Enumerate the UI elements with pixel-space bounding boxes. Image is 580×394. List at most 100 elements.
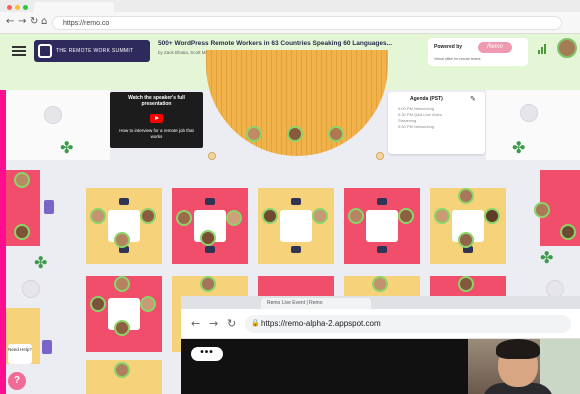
wall-area <box>486 90 580 160</box>
plant-decoration-icon: ✤ <box>34 253 48 272</box>
browser-tab[interactable] <box>34 2 114 12</box>
powered-by-card[interactable]: Powered by Remo Virtual office for remot… <box>428 38 528 66</box>
lamp-icon <box>22 280 40 298</box>
powered-tagline: Virtual office for remote teams <box>434 57 481 61</box>
stage-attendee-avatar[interactable] <box>246 126 262 142</box>
seat <box>205 246 215 253</box>
attendee-avatar[interactable] <box>14 224 30 240</box>
address-bar[interactable]: https://remo.co <box>52 16 562 30</box>
attendee-avatar[interactable] <box>458 188 474 204</box>
forward-icon[interactable]: → <box>209 317 218 330</box>
lamp-icon <box>520 104 538 122</box>
event-title: 500+ WordPress Remote Workers in 63 Coun… <box>158 40 393 47</box>
need-help-card[interactable]: Need Help? <box>8 344 32 364</box>
reload-icon[interactable]: ↻ <box>227 317 236 330</box>
attendee-avatar[interactable] <box>534 202 550 218</box>
home-icon[interactable]: ⌂ <box>41 16 47 27</box>
attendee-avatar[interactable] <box>398 208 414 224</box>
webcam-video-tile[interactable] <box>468 339 580 394</box>
edit-icon[interactable]: ✎ <box>470 95 476 103</box>
attendee-avatar[interactable] <box>140 296 156 312</box>
forward-icon[interactable]: → <box>18 16 26 27</box>
attendee-avatar[interactable] <box>200 230 216 246</box>
browser-titlebar <box>0 0 580 12</box>
overlay-tabbar: Remo Live Event | Remo <box>181 296 580 309</box>
seat <box>291 246 301 253</box>
agenda-list: 9:00 PM Networking 9:30 PM Q&A Live Vide… <box>398 106 442 130</box>
table[interactable] <box>86 276 162 352</box>
attendee-avatar[interactable] <box>90 208 106 224</box>
back-icon[interactable]: ← <box>191 317 200 330</box>
overlay-toolbar: ← → ↻ 🔒 https://remo-alpha-2.appspot.com <box>181 309 580 339</box>
screenshot-frame: ← → ↻ ⌂ https://remo.co THE REMOTE WORK … <box>0 0 580 394</box>
overlay-url-text: https://remo-alpha-2.appspot.com <box>261 319 381 328</box>
table[interactable] <box>430 188 506 264</box>
close-window-dot[interactable] <box>7 5 12 10</box>
attendee-avatar[interactable] <box>560 224 576 240</box>
overlay-address-bar[interactable]: 🔒 https://remo-alpha-2.appspot.com <box>245 315 571 333</box>
seat <box>42 340 52 354</box>
attendee-avatar[interactable] <box>114 276 130 292</box>
play-icon[interactable] <box>150 114 163 123</box>
table[interactable] <box>86 188 162 264</box>
attendee-avatar[interactable] <box>114 362 130 378</box>
webcam-person-hair <box>496 339 540 359</box>
table[interactable] <box>258 188 334 264</box>
maximize-window-dot[interactable] <box>23 5 28 10</box>
table[interactable] <box>86 360 162 394</box>
stage-attendee-avatar[interactable] <box>287 126 303 142</box>
attendee-avatar[interactable] <box>140 208 156 224</box>
plant-decoration-icon: ✤ <box>60 138 74 157</box>
lamp-icon <box>44 106 62 124</box>
attendee-avatar[interactable] <box>14 172 30 188</box>
attendee-avatar[interactable] <box>348 208 364 224</box>
attendee-avatar[interactable] <box>484 208 500 224</box>
table-top <box>280 210 312 242</box>
lock-icon: 🔒 <box>251 320 260 327</box>
agenda-card[interactable]: Agenda (PST) ✎ 9:00 PM Networking 9:30 P… <box>388 92 485 154</box>
table-top <box>366 210 398 242</box>
seat <box>44 200 54 214</box>
seat <box>205 198 215 205</box>
summit-logo-badge: THE REMOTE WORK SUMMIT <box>34 40 150 62</box>
overlay-tab[interactable]: Remo Live Event | Remo <box>261 298 371 309</box>
speaker-video-card[interactable]: Watch the speaker's full presentation Ho… <box>110 92 203 148</box>
menu-icon[interactable] <box>12 46 26 56</box>
attendee-avatar[interactable] <box>372 276 388 292</box>
seat <box>119 198 129 205</box>
attendee-avatar[interactable] <box>90 296 106 312</box>
attendee-avatar[interactable] <box>114 232 130 248</box>
overlay-page-content: ••• <box>181 339 580 394</box>
back-icon[interactable]: ← <box>6 16 14 27</box>
attendee-avatar[interactable] <box>114 320 130 336</box>
attendee-avatar[interactable] <box>176 210 192 226</box>
my-avatar[interactable] <box>557 38 577 58</box>
attendee-avatar[interactable] <box>458 276 474 292</box>
connection-signal-icon <box>538 44 548 54</box>
remo-logo: Remo <box>478 42 512 53</box>
video-heading: Watch the speaker's full presentation <box>128 95 185 107</box>
attendee-avatar[interactable] <box>434 208 450 224</box>
seat <box>377 198 387 205</box>
attendee-avatar[interactable] <box>458 232 474 248</box>
table[interactable] <box>344 188 420 264</box>
summit-name: THE REMOTE WORK SUMMIT <box>56 48 134 54</box>
stage-attendee-avatar[interactable] <box>328 126 344 142</box>
attendee-avatar[interactable] <box>200 276 216 292</box>
attendee-avatar[interactable] <box>262 208 278 224</box>
more-options-button[interactable]: ••• <box>191 347 223 361</box>
video-body: How to interview for a remote job that w… <box>119 128 194 139</box>
overlay-browser-window: Remo Live Event | Remo ← → ↻ 🔒 https://r… <box>181 296 580 394</box>
agenda-item: 9:50 PM Networking <box>398 124 435 129</box>
attendee-avatar[interactable] <box>312 208 328 224</box>
summit-logo-icon <box>38 44 52 58</box>
minimize-window-dot[interactable] <box>15 5 20 10</box>
attendee-avatar[interactable] <box>226 210 242 226</box>
table[interactable] <box>172 188 248 264</box>
coffee-cup-icon <box>208 152 216 160</box>
webcam-background-window <box>540 339 580 394</box>
help-icon[interactable]: ? <box>8 372 26 390</box>
reload-icon[interactable]: ↻ <box>30 16 38 27</box>
browser-toolbar: ← → ↻ ⌂ https://remo.co <box>0 12 580 34</box>
plant-decoration-icon: ✤ <box>540 248 554 267</box>
